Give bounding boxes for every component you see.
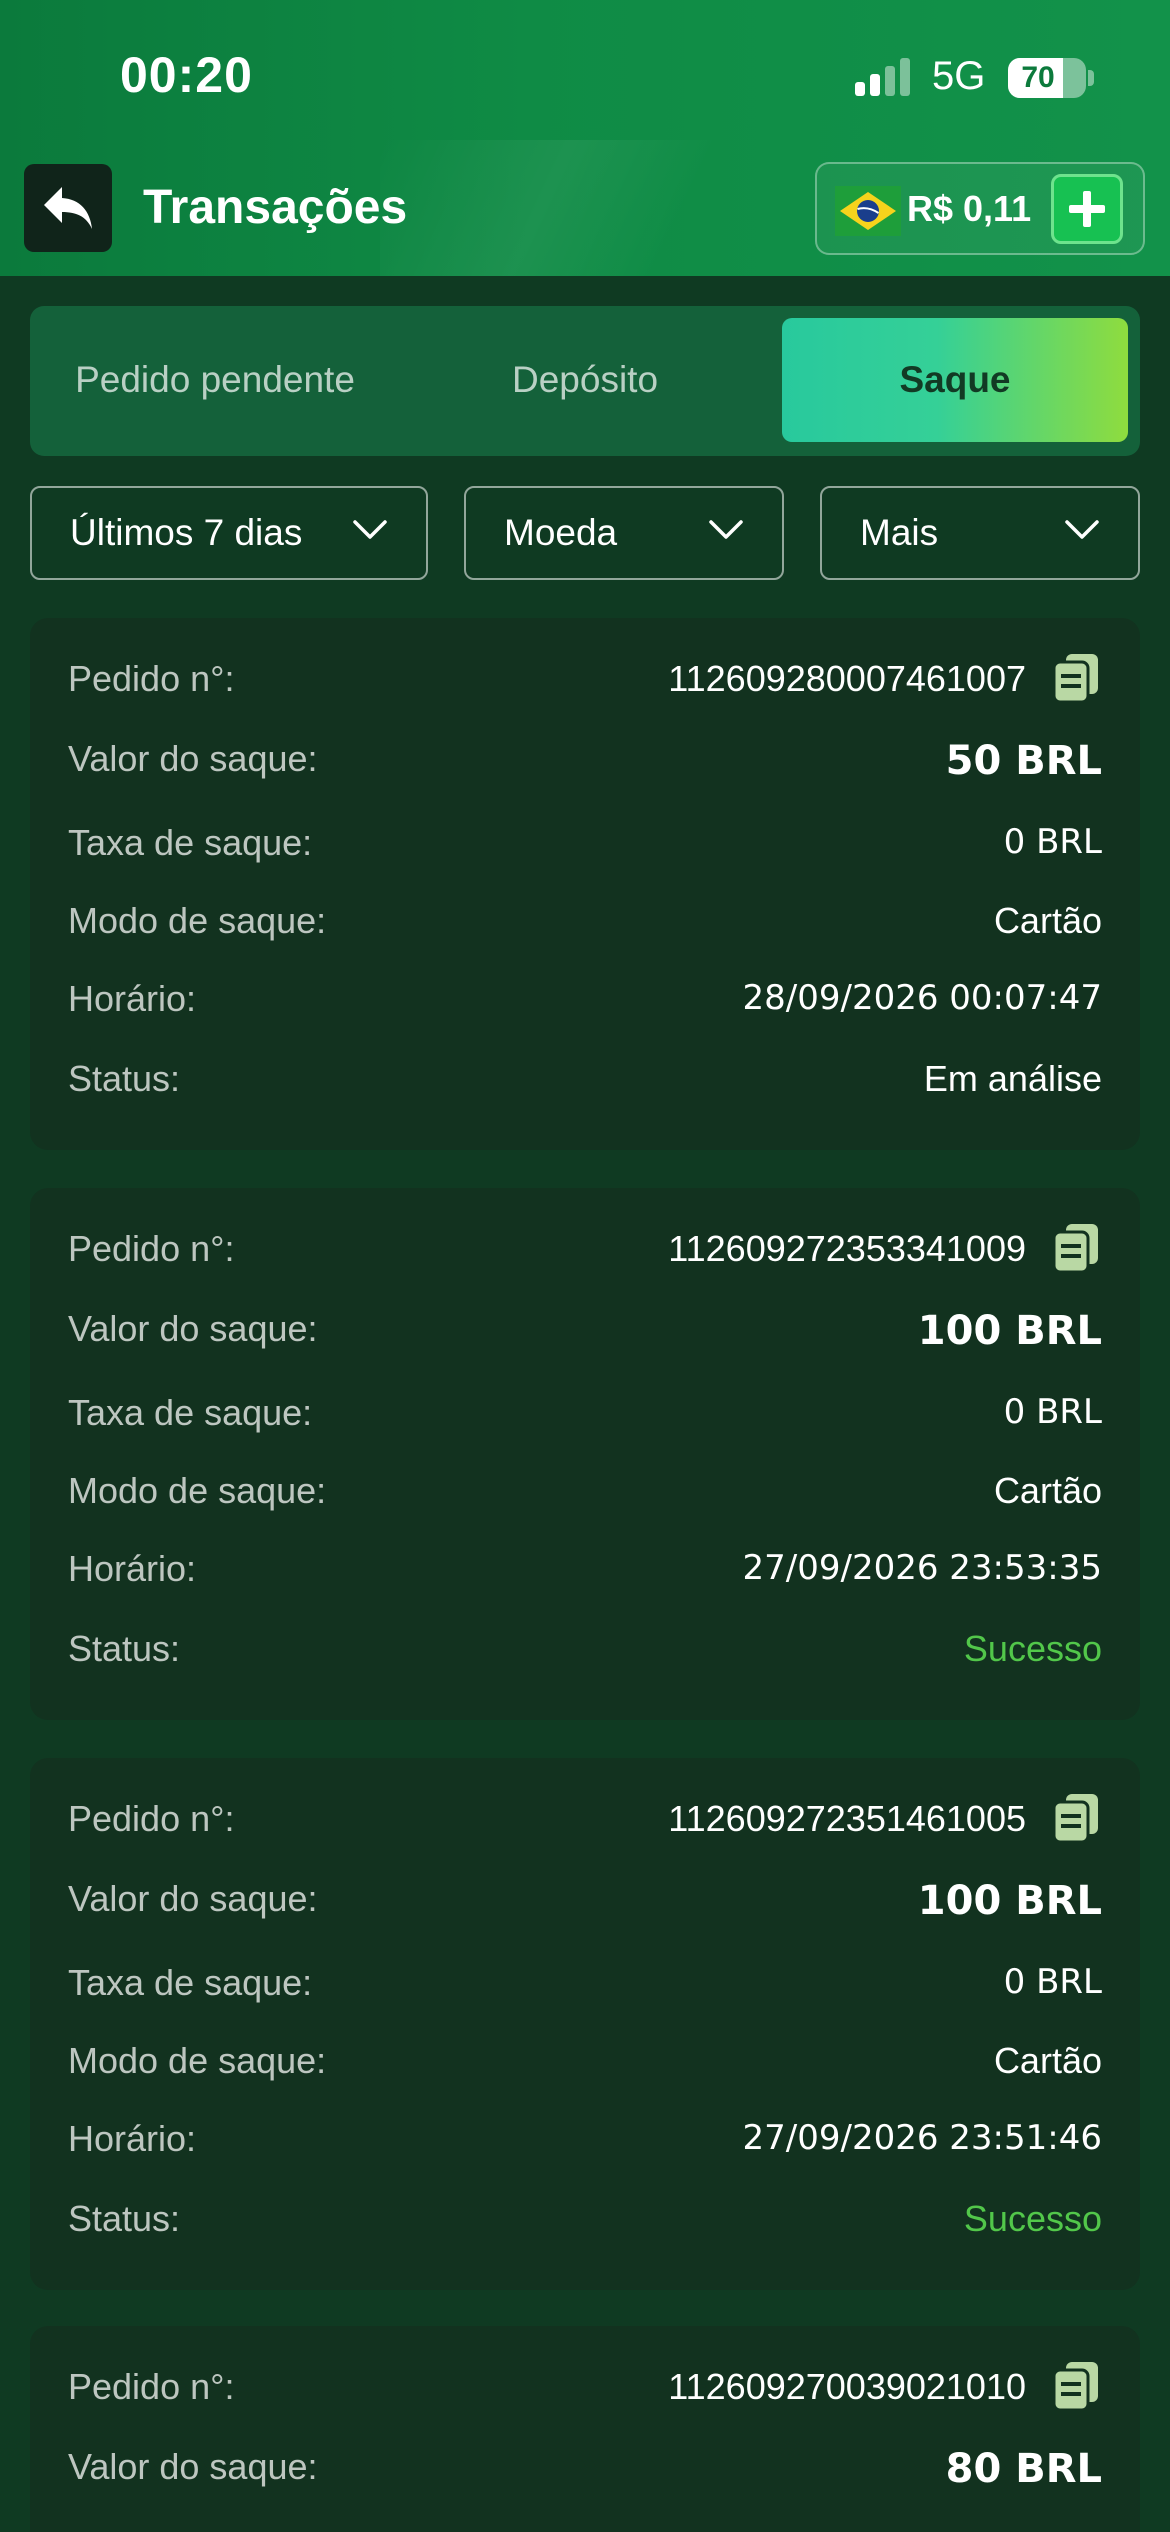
order-label: Pedido n°: bbox=[68, 1228, 235, 1269]
copy-icon[interactable] bbox=[1052, 2360, 1102, 2412]
amount-label: Valor do saque: bbox=[68, 1308, 318, 1349]
amount-label: Valor do saque: bbox=[68, 1878, 318, 1919]
order-label: Pedido n°: bbox=[68, 1798, 235, 1839]
amount-label: Valor do saque: bbox=[68, 2446, 318, 2487]
fee-value: 0 BRL bbox=[1003, 1392, 1102, 1432]
order-row: Pedido n°: 112609280007461007 bbox=[68, 654, 1102, 718]
fee-value: 0 BRL bbox=[1003, 1962, 1102, 2002]
time-row: Horário: 27/09/2026 23:51:46 bbox=[68, 2118, 1102, 2178]
tab-withdrawal[interactable]: Saque bbox=[782, 318, 1128, 442]
time-label: Horário: bbox=[68, 2118, 197, 2159]
fee-value: 0 BRL bbox=[1003, 822, 1102, 862]
amount-label: Valor do saque: bbox=[68, 738, 318, 779]
transaction-tabs: Pedido pendente Depósito Saque bbox=[30, 306, 1140, 456]
copy-icon[interactable] bbox=[1052, 1792, 1102, 1844]
mode-row: Modo de saque: Cartão bbox=[68, 1470, 1102, 1530]
order-label: Pedido n°: bbox=[68, 658, 235, 699]
amount-row: Valor do saque: 100 BRL bbox=[68, 1878, 1102, 1938]
mode-row: Modo de saque: Cartão bbox=[68, 900, 1102, 960]
amount-value: 50 BRL bbox=[945, 738, 1102, 784]
mode-label: Modo de saque: bbox=[68, 1470, 327, 1511]
fee-row: Taxa de saque: 0 BRL bbox=[68, 822, 1102, 882]
brazil-flag-icon bbox=[835, 186, 901, 236]
order-number: 112609272351461005 bbox=[668, 1798, 1026, 1839]
mode-label: Modo de saque: bbox=[68, 2040, 327, 2081]
mode-label: Modo de saque: bbox=[68, 900, 327, 941]
mode-value: Cartão bbox=[993, 900, 1102, 941]
mode-row: Modo de saque: Cartão bbox=[68, 2040, 1102, 2100]
order-number: 112609280007461007 bbox=[668, 658, 1026, 699]
status-row: Status: Sucesso bbox=[68, 1628, 1102, 1688]
transaction-card: Pedido n°: 112609272353341009 Valor do s… bbox=[30, 1188, 1140, 1720]
chevron-down-icon bbox=[709, 520, 743, 539]
order-row: Pedido n°: 112609272351461005 bbox=[68, 1794, 1102, 1858]
time-label: Horário: bbox=[68, 1548, 197, 1589]
amount-row: Valor do saque: 80 BRL bbox=[68, 2446, 1102, 2506]
mode-value: Cartão bbox=[993, 1470, 1102, 1511]
copy-icon[interactable] bbox=[1052, 652, 1102, 704]
time-value: 28/09/2026 00:07:47 bbox=[742, 978, 1102, 1018]
more-filter-label: Mais bbox=[860, 512, 939, 553]
transaction-card: Pedido n°: 112609280007461007 Valor do s… bbox=[30, 618, 1140, 1150]
amount-row: Valor do saque: 50 BRL bbox=[68, 738, 1102, 798]
time-value: 27/09/2026 23:51:46 bbox=[742, 2118, 1102, 2158]
amount-row: Valor do saque: 100 BRL bbox=[68, 1308, 1102, 1368]
back-button[interactable] bbox=[24, 164, 112, 252]
time-value: 27/09/2026 23:53:35 bbox=[742, 1548, 1102, 1588]
status-value: Sucesso bbox=[963, 1628, 1102, 1669]
order-number: 112609270039021010 bbox=[668, 2366, 1026, 2407]
fee-label: Taxa de saque: bbox=[68, 1392, 313, 1433]
amount-value: 80 BRL bbox=[945, 2446, 1102, 2492]
balance-widget: R$ 0,11 bbox=[815, 162, 1145, 255]
currency-filter[interactable]: Moeda bbox=[464, 486, 784, 580]
battery-icon: 70 bbox=[1008, 58, 1086, 98]
order-label: Pedido n°: bbox=[68, 2366, 235, 2407]
chevron-down-icon bbox=[353, 520, 387, 539]
fee-label: Taxa de saque: bbox=[68, 1962, 313, 2003]
balance-amount: R$ 0,11 bbox=[907, 188, 1032, 229]
page-title: Transações bbox=[143, 181, 408, 234]
order-row: Pedido n°: 112609272353341009 bbox=[68, 1224, 1102, 1288]
period-filter[interactable]: Últimos 7 dias bbox=[30, 486, 428, 580]
status-label: Status: bbox=[68, 1628, 181, 1669]
network-label: 5G bbox=[932, 54, 986, 98]
transaction-card: Pedido n°: 112609272351461005 Valor do s… bbox=[30, 1758, 1140, 2290]
mode-value: Cartão bbox=[993, 2040, 1102, 2081]
status-value: Sucesso bbox=[963, 2198, 1102, 2239]
fee-row: Taxa de saque: 0 BRL bbox=[68, 1962, 1102, 2022]
order-number: 112609272353341009 bbox=[668, 1228, 1026, 1269]
amount-value: 100 BRL bbox=[917, 1878, 1102, 1924]
status-value: Em análise bbox=[923, 1058, 1102, 1099]
currency-filter-label: Moeda bbox=[504, 512, 618, 553]
status-label: Status: bbox=[68, 2198, 181, 2239]
time-row: Horário: 28/09/2026 00:07:47 bbox=[68, 978, 1102, 1038]
period-filter-label: Últimos 7 dias bbox=[70, 512, 303, 553]
transaction-card: Pedido n°: 112609270039021010 Valor do s… bbox=[30, 2326, 1140, 2532]
more-filter[interactable]: Mais bbox=[820, 486, 1140, 580]
copy-icon[interactable] bbox=[1052, 1222, 1102, 1274]
battery-cap bbox=[1088, 70, 1094, 86]
fee-row: Taxa de saque: 0 BRL bbox=[68, 1392, 1102, 1452]
time-row: Horário: 27/09/2026 23:53:35 bbox=[68, 1548, 1102, 1608]
back-arrow-icon bbox=[44, 187, 92, 229]
status-time: 00:20 bbox=[120, 47, 253, 103]
status-label: Status: bbox=[68, 1058, 181, 1099]
chevron-down-icon bbox=[1065, 520, 1099, 539]
plus-icon bbox=[1069, 191, 1105, 227]
time-label: Horário: bbox=[68, 978, 197, 1019]
order-row: Pedido n°: 112609270039021010 bbox=[68, 2362, 1102, 2426]
signal-icon bbox=[855, 58, 915, 96]
add-funds-button[interactable] bbox=[1051, 174, 1123, 244]
fee-label: Taxa de saque: bbox=[68, 822, 313, 863]
amount-value: 100 BRL bbox=[917, 1308, 1102, 1354]
tab-deposit[interactable]: Depósito bbox=[400, 318, 770, 442]
battery-level: 70 bbox=[1021, 61, 1055, 94]
status-row: Status: Em análise bbox=[68, 1058, 1102, 1118]
tab-pending-order[interactable]: Pedido pendente bbox=[30, 318, 400, 442]
status-row: Status: Sucesso bbox=[68, 2198, 1102, 2258]
